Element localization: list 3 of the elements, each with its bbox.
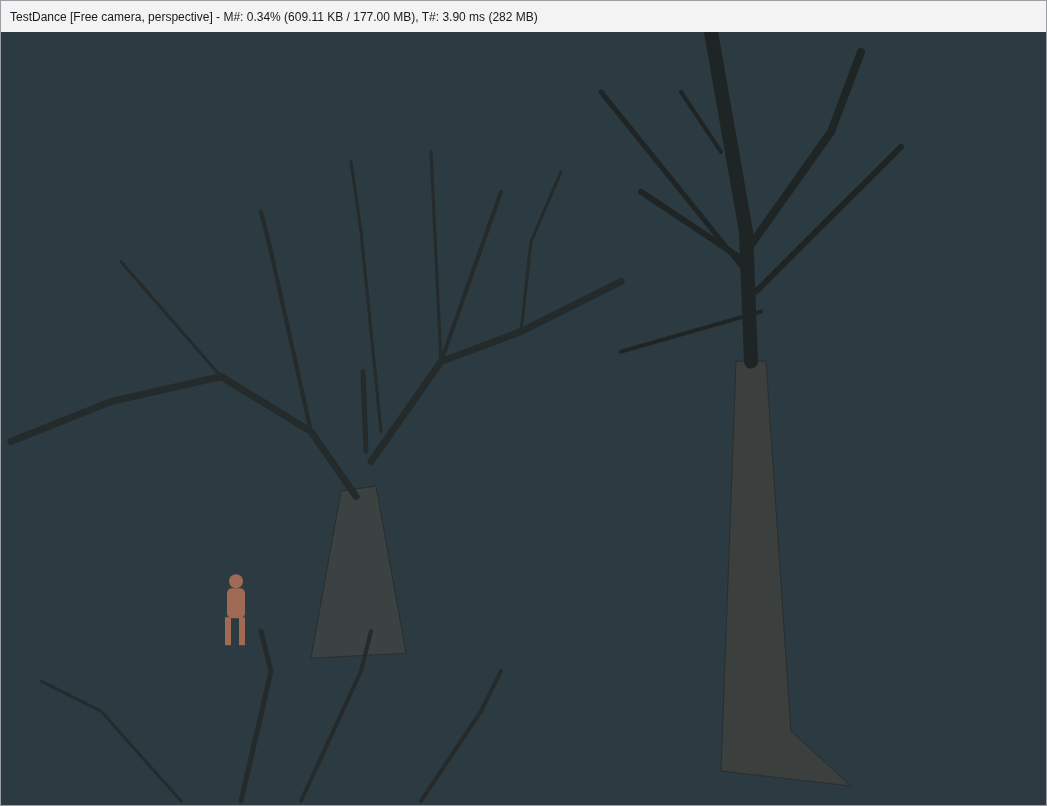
3d-viewport[interactable]: [1, 32, 1046, 805]
window-title: TestDance [Free camera, perspective] - M#: 0.34% (609.11 KB / 177.00 MB), T#: 3.90 ms (282 MB): [10, 9, 538, 24]
figure-drawing: [225, 574, 245, 646]
